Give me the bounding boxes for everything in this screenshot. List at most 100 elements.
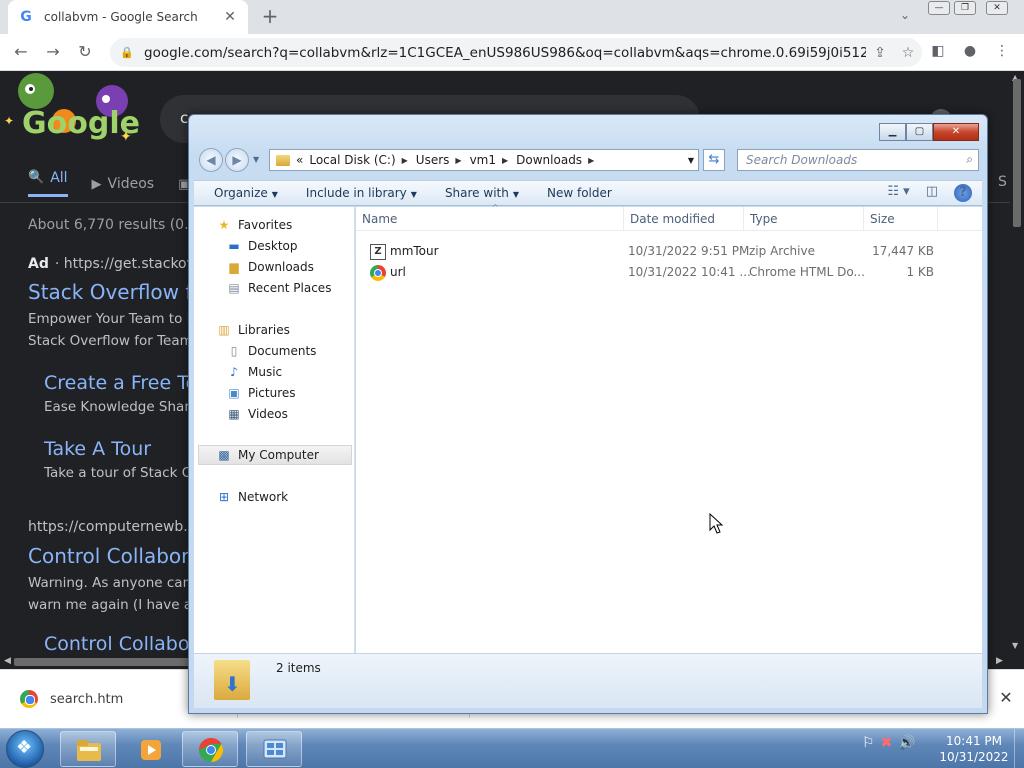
details-pane: 2 items [194,653,982,708]
explorer-forward-icon[interactable]: ▶ [225,148,249,172]
tab-close-icon[interactable]: ✕ [222,9,238,25]
explorer-minimize-button[interactable]: ▁ [879,123,906,141]
nav-downloads[interactable]: ▆ Downloads [194,257,354,277]
nav-pictures[interactable]: ▣ Pictures [194,383,354,403]
help-icon[interactable]: ? [954,184,972,202]
explorer-close-button[interactable]: ✕ [933,123,979,141]
explorer-navigation-bar: ◀ ▶ ▼ « Local Disk (C:) ▶ Users ▶ vm1 ▶ … [197,147,981,173]
result-2-title-link[interactable]: Control Collabor [44,633,197,655]
include-in-library-button[interactable]: Include in library ▼ [306,186,417,200]
preview-pane-icon[interactable]: ◫ [926,184,938,202]
scroll-down-icon[interactable]: ▼ [1012,641,1018,650]
sitelink-1[interactable]: Create a Free Te [44,372,197,394]
show-desktop-button[interactable] [1014,729,1024,768]
address-dropdown-icon[interactable]: ▼ [688,156,694,165]
volume-icon[interactable]: 🔊 [898,735,915,751]
new-folder-button[interactable]: New folder [547,186,612,200]
breadcrumb-downloads[interactable]: Downloads [516,153,582,167]
mouse-cursor-icon [709,513,723,534]
sitelink-2[interactable]: Take A Tour [44,438,151,460]
nav-favorites[interactable]: ★ Favorites [194,215,354,235]
network-disconnected-icon[interactable]: ✖ [881,735,893,751]
network-icon: ⊞ [218,490,230,504]
tab-videos[interactable]: ▶ Videos [92,171,155,197]
taskbar-media-player-button[interactable] [122,731,178,767]
tab-fragment-right[interactable]: S [998,174,1007,190]
horizontal-scroll-thumb[interactable] [14,658,189,666]
breadcrumb-separator-icon[interactable]: ▶ [502,156,508,165]
address-bar[interactable]: 🔒 google.com/search?q=collabvm&rlz=1C1GC… [110,38,922,67]
result-title-link[interactable]: Control Collaborat [28,544,209,568]
address-url[interactable]: google.com/search?q=collabvm&rlz=1C1GCEA… [144,45,866,61]
vertical-scrollbar[interactable]: ▲ ▼ [1010,71,1024,655]
video-icon: ▶ [91,176,102,192]
breadcrumb-users[interactable]: Users [416,153,450,167]
nav-music[interactable]: ♪ Music [194,362,354,382]
organize-button[interactable]: Organize ▼ [214,186,278,200]
download-shelf-close-icon[interactable]: ✕ [996,688,1016,708]
scroll-right-icon[interactable]: ▶ [996,656,1003,666]
breadcrumb-vm1[interactable]: vm1 [470,153,496,167]
explorer-search-input[interactable]: Search Downloads ⌕ [737,149,979,171]
recent-pages-chevron-icon[interactable]: ▼ [253,155,259,164]
results-stats: About 6,770 results (0.32 [28,217,207,233]
nav-desktop[interactable]: ▬ Desktop [194,236,354,256]
file-type: zip Archive [749,244,815,258]
file-row-url[interactable]: url 10/31/2022 10:41 ... Chrome HTML Do.… [356,262,966,283]
share-icon[interactable]: ⇪ [866,45,894,61]
taskbar-chrome-button[interactable] [182,731,238,767]
chrome-restore-button[interactable]: ❐ [954,1,976,15]
nav-recent-places[interactable]: ▤ Recent Places [194,278,354,298]
google-halloween-doodle-icon[interactable]: Google ✦ ✦ [0,71,150,145]
share-with-button[interactable]: Share with ▼ [445,186,519,200]
chrome-minimize-button[interactable]: — [928,1,950,15]
explorer-address-bar[interactable]: « Local Disk (C:) ▶ Users ▶ vm1 ▶ Downlo… [269,149,699,171]
breadcrumb-separator-icon[interactable]: ▶ [588,156,594,165]
side-panel-icon[interactable]: ◧ [928,43,948,63]
forward-icon[interactable]: → [42,41,64,63]
back-icon[interactable]: ← [10,41,32,63]
explorer-window: ▁ ▢ ✕ ◀ ▶ ▼ « Local Disk (C:) ▶ Users ▶ … [188,114,988,714]
new-tab-button[interactable]: + [258,4,282,28]
action-center-flag-icon[interactable]: ⚐ [862,735,875,751]
ad-url[interactable]: · https://get.stackover [55,256,209,272]
tab-all[interactable]: 🔍 All [28,170,68,197]
vertical-scroll-thumb[interactable] [1013,79,1021,227]
nav-videos[interactable]: ▦ Videos [194,404,354,424]
nav-network[interactable]: ⊞ Network [194,487,354,507]
bookmark-star-icon[interactable]: ☆ [894,45,922,61]
search-query[interactable]: c [180,109,188,127]
file-list-pane: Name ^ Date modified Type Size Z mmTour … [356,203,982,653]
search-icon[interactable]: ⌕ [966,152,973,167]
tab-search-chevron-icon[interactable]: ⌄ [896,8,914,26]
menu-kebab-icon[interactable]: ⋮ [992,43,1012,63]
column-date-modified[interactable]: Date modified [624,207,744,231]
reload-icon[interactable]: ↻ [74,41,96,63]
start-button[interactable] [6,730,44,768]
taskbar-explorer-button[interactable] [60,731,116,767]
nav-libraries[interactable]: ▥ Libraries [194,320,354,340]
profile-icon[interactable]: ● [960,43,980,63]
nav-my-computer[interactable]: ▩ My Computer [198,445,352,465]
column-size[interactable]: Size [864,207,938,231]
column-name[interactable]: Name [356,207,624,231]
breadcrumb-separator-icon[interactable]: ▶ [455,156,461,165]
explorer-command-bar: Organize ▼ Include in library ▼ Share with… [194,180,982,206]
browser-tab[interactable]: G collabvm - Google Search ✕ [8,0,248,34]
system-clock[interactable]: 10:41 PM 10/31/2022 [936,733,1012,765]
explorer-refresh-icon[interactable]: ⇆ [703,149,725,171]
explorer-back-icon[interactable]: ◀ [199,148,223,172]
change-view-icon[interactable]: ☷ ▾ [887,184,909,202]
scroll-left-icon[interactable]: ◀ [4,656,11,666]
breadcrumb-local-disk[interactable]: Local Disk (C:) [309,153,395,167]
taskbar-control-panel-button[interactable] [246,731,302,767]
chrome-close-button[interactable]: ✕ [986,1,1008,15]
file-row-mmtour[interactable]: Z mmTour 10/31/2022 9:51 PM zip Archive … [356,241,966,262]
breadcrumb-separator-icon[interactable]: ▶ [402,156,408,165]
ad-title-link[interactable]: Stack Overflow for [28,280,213,304]
breadcrumb-overflow[interactable]: « [296,153,303,167]
recent-places-icon: ▤ [228,281,240,295]
explorer-maximize-button[interactable]: ▢ [906,123,933,141]
column-type[interactable]: Type [744,207,864,231]
nav-documents[interactable]: ▯ Documents [194,341,354,361]
